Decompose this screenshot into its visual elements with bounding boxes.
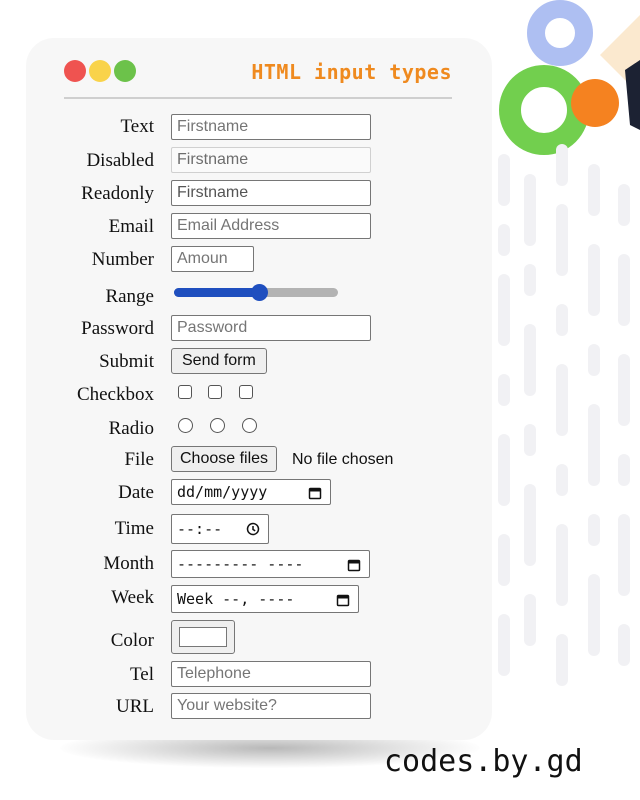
clock-icon[interactable] <box>246 522 260 536</box>
tel-input[interactable]: Telephone <box>171 661 371 687</box>
text-label: Text <box>120 116 155 137</box>
readonly-input[interactable]: Firstname <box>171 180 371 206</box>
window-dot-green <box>114 60 136 82</box>
readonly-label: Readonly <box>81 183 154 204</box>
submit-label: Submit <box>99 351 154 372</box>
calendar-icon[interactable] <box>347 558 361 572</box>
month-input[interactable]: --------- ---- <box>171 550 370 578</box>
choose-files-button[interactable]: Choose files <box>171 446 278 472</box>
radio-label: Radio <box>108 418 154 439</box>
decorative-shapes <box>499 0 640 155</box>
password-label: Password <box>81 318 154 339</box>
header-divider <box>64 97 452 99</box>
radio-1[interactable] <box>178 418 193 433</box>
brand-watermark: codes.by.gd <box>384 744 583 779</box>
disabled-label: Disabled <box>86 150 154 171</box>
checkbox-1[interactable] <box>178 385 192 399</box>
color-swatch <box>179 627 227 647</box>
color-label: Color <box>110 630 154 651</box>
time-label: Time <box>114 518 154 539</box>
send-form-button[interactable]: Send form <box>171 348 267 374</box>
url-label: URL <box>116 696 154 717</box>
number-input[interactable]: Amoun <box>171 246 254 272</box>
checkbox-2[interactable] <box>208 385 222 399</box>
window-dot-red <box>64 60 86 82</box>
password-input[interactable]: Password <box>171 315 371 341</box>
background-dash-pattern <box>498 144 630 686</box>
page-title: HTML input types <box>251 60 452 84</box>
window-dot-yellow <box>89 60 111 82</box>
number-label: Number <box>91 249 154 270</box>
range-thumb[interactable] <box>250 284 268 301</box>
week-label: Week <box>111 587 154 608</box>
date-value: dd/mm/yyyy <box>177 483 268 501</box>
date-label: Date <box>118 482 154 503</box>
range-slider[interactable] <box>174 284 338 301</box>
radio-3[interactable] <box>242 418 257 433</box>
checkbox-label: Checkbox <box>76 384 154 405</box>
email-label: Email <box>108 216 154 237</box>
url-input[interactable]: Your website? <box>171 693 371 719</box>
disabled-input: Firstname <box>171 147 371 173</box>
month-value: --------- ---- <box>177 555 304 573</box>
email-input[interactable]: Email Address <box>171 213 371 239</box>
month-label: Month <box>103 553 154 574</box>
week-input[interactable]: Week --, ---- <box>171 585 359 613</box>
tel-label: Tel <box>130 664 154 685</box>
file-label: File <box>124 449 154 470</box>
calendar-icon[interactable] <box>336 593 350 607</box>
time-input[interactable]: --:-- <box>171 514 269 544</box>
checkbox-3[interactable] <box>239 385 253 399</box>
range-fill <box>174 288 260 297</box>
color-picker[interactable] <box>171 620 235 654</box>
week-value: Week --, ---- <box>177 590 295 608</box>
range-label: Range <box>105 286 154 307</box>
radio-2[interactable] <box>210 418 225 433</box>
text-input[interactable]: Firstname <box>171 114 371 140</box>
file-status: No file chosen <box>292 451 394 468</box>
calendar-icon[interactable] <box>308 486 322 500</box>
time-value: --:-- <box>177 520 223 538</box>
date-input[interactable]: dd/mm/yyyy <box>171 479 331 505</box>
